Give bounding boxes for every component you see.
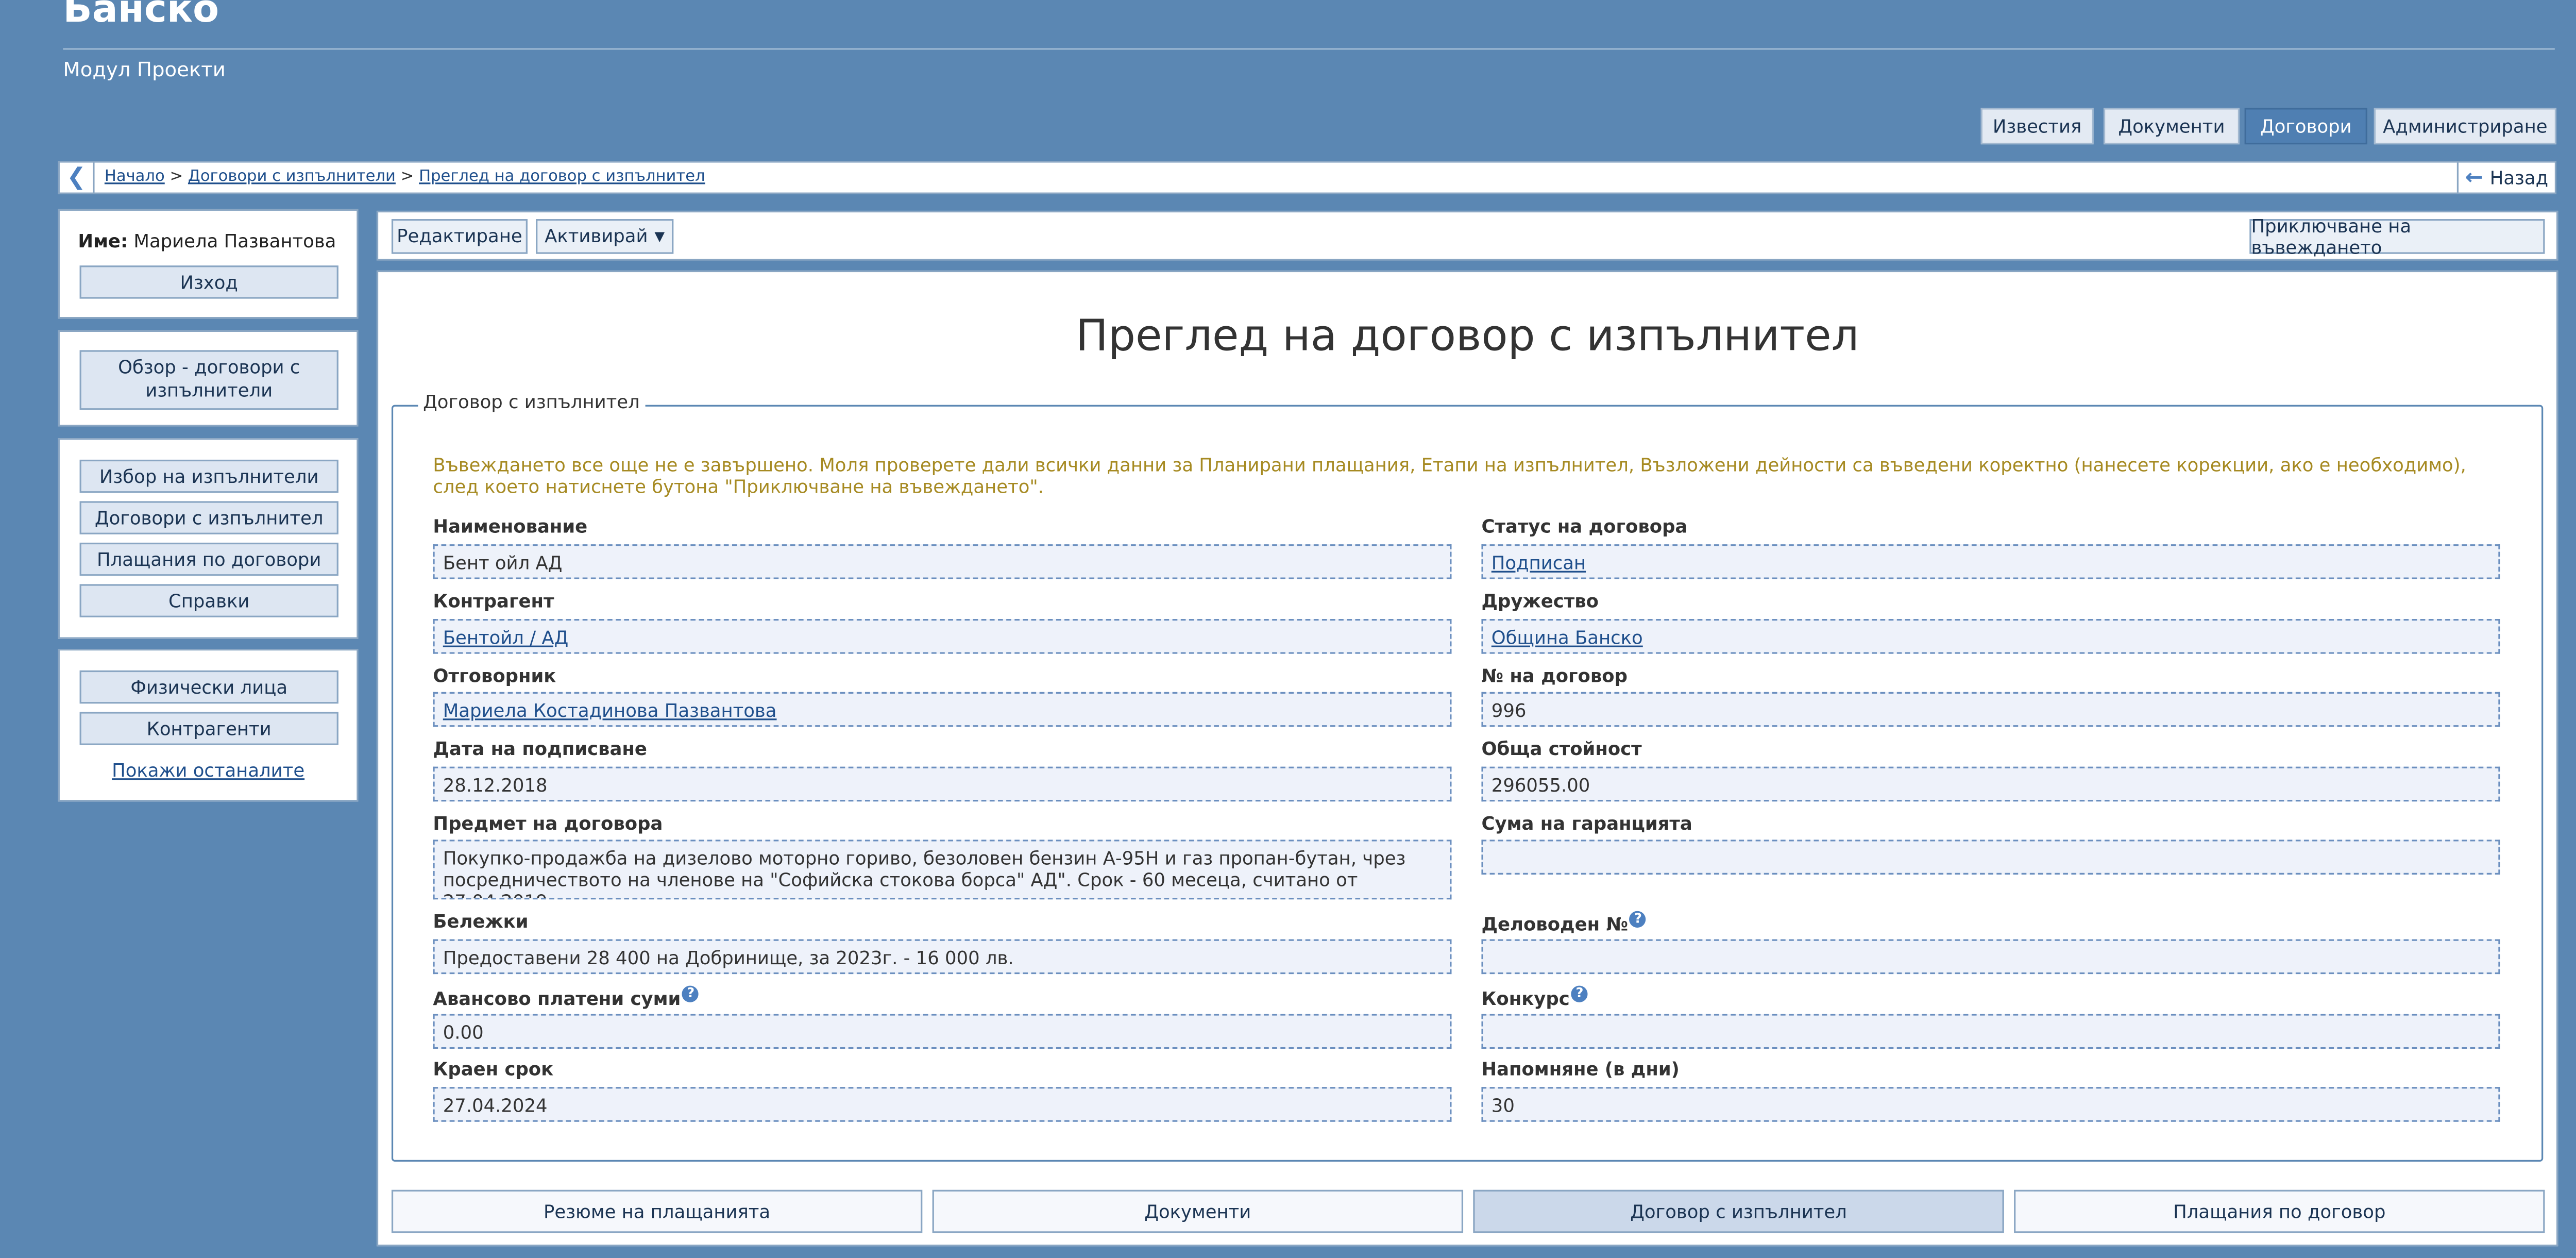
field-name: Бент ойл АД <box>433 544 1452 579</box>
label-tender: Конкурс? <box>1481 985 1588 1010</box>
back-label: Назад <box>2489 166 2549 189</box>
breadcrumb-separator: > <box>170 167 183 186</box>
breadcrumb: ❮ Начало > Договори с изпълнители > Прег… <box>58 161 2557 194</box>
warning-message: Въвеждането все още не е завършено. Моля… <box>433 455 2466 498</box>
menu-reports[interactable]: Справки <box>79 584 338 617</box>
label-guarantee: Сума на гаранцията <box>1481 813 1692 835</box>
label-reminder-days: Напомняне (в дни) <box>1481 1059 1680 1081</box>
tab-documents[interactable]: Документи <box>932 1189 1464 1233</box>
field-notes: Предоставени 28 400 на Добринище, за 202… <box>433 939 1452 975</box>
tab-contract[interactable]: Договор с изпълнител <box>1473 1189 2004 1233</box>
breadcrumb-current[interactable]: Преглед на договор с изпълнител <box>419 167 705 186</box>
title-divider <box>63 48 2555 50</box>
page-title: Преглед на договор с изпълнител <box>1075 312 1859 362</box>
logout-button[interactable]: Изход <box>79 265 338 299</box>
advance-label-text: Авансово платени суми <box>433 988 681 1010</box>
edit-button[interactable]: Редактиране <box>391 219 528 254</box>
label-registry-number: Деловоден №? <box>1481 911 1647 935</box>
show-more-link[interactable]: Покажи останалите <box>60 760 357 782</box>
field-sign-date: 28.12.2018 <box>433 766 1452 802</box>
back-button[interactable]: ← Назад <box>2456 162 2555 193</box>
caret-down-icon: ▼ <box>654 229 665 244</box>
nav-notifications[interactable]: Известия <box>1980 108 2094 145</box>
chevron-left-icon: ❮ <box>66 164 86 191</box>
field-total-value: 296055.00 <box>1481 766 2500 802</box>
field-guarantee <box>1481 840 2500 875</box>
tab-contract-payments[interactable]: Плащания по договор <box>2014 1189 2545 1233</box>
label-counterparty: Контрагент <box>433 591 554 613</box>
activate-dropdown[interactable]: Активирай ▼ <box>536 219 674 254</box>
registry-label-text: Деловоден № <box>1481 914 1629 935</box>
field-deadline: 27.04.2024 <box>433 1087 1452 1122</box>
finish-entry-button[interactable]: Приключване на въвеждането <box>2249 215 2545 258</box>
field-responsible: Мариела Костадинова Пазвантова <box>433 692 1452 727</box>
nav-administration[interactable]: Администриране <box>2374 108 2557 145</box>
label-responsible: Отговорник <box>433 665 556 687</box>
breadcrumb-separator: > <box>400 167 414 186</box>
label-advance: Авансово платени суми? <box>433 985 699 1010</box>
field-subject: Покупко-продажба на дизелово моторно гор… <box>433 840 1452 900</box>
overview-contracts-button[interactable]: Обзор - договори с изпълнители <box>79 350 338 410</box>
field-advance: 0.00 <box>433 1014 1452 1049</box>
help-icon[interactable]: ? <box>682 985 699 1002</box>
user-info: Име: Мариела Пазвантова <box>78 231 336 253</box>
breadcrumb-contracts[interactable]: Договори с изпълнители <box>188 167 396 186</box>
registry-panel: Физически лица Контрагенти Покажи остана… <box>58 649 359 802</box>
label-deadline: Краен срок <box>433 1059 554 1081</box>
menu-select-contractors[interactable]: Избор на изпълнители <box>79 459 338 493</box>
field-company: Община Банско <box>1481 619 2500 654</box>
module-title: Модул Проекти <box>63 58 226 81</box>
tender-label-text: Конкурс <box>1481 988 1570 1010</box>
menu-counterparties[interactable]: Контрагенти <box>79 712 338 745</box>
field-registry-number <box>1481 939 2500 975</box>
app-title: Банско <box>63 0 219 32</box>
label-total-value: Обща стойност <box>1481 738 1642 760</box>
label-subject: Предмет на договора <box>433 813 663 835</box>
label-name: Наименование <box>433 516 588 538</box>
label-sign-date: Дата на подписване <box>433 738 647 760</box>
field-reminder-days: 30 <box>1481 1087 2500 1122</box>
company-link[interactable]: Община Банско <box>1492 627 1643 649</box>
status-link[interactable]: Подписан <box>1492 552 1586 574</box>
overview-panel: Обзор - договори с изпълнители <box>58 330 359 427</box>
nav-documents[interactable]: Документи <box>2103 108 2240 145</box>
tab-payments-summary[interactable]: Резюме на плащанията <box>391 1189 923 1233</box>
user-panel: Име: Мариела Пазвантова Изход <box>58 209 359 319</box>
responsible-link[interactable]: Мариела Костадинова Пазвантова <box>443 700 777 722</box>
label-status: Статус на договора <box>1481 516 1688 538</box>
breadcrumb-home[interactable]: Начало <box>105 167 165 186</box>
field-tender <box>1481 1014 2500 1049</box>
toolbar: Редактиране Активирай ▼ Приключване на в… <box>376 210 2558 261</box>
label-notes: Бележки <box>433 911 529 933</box>
menu-panel: Избор на изпълнители Договори с изпълнит… <box>58 438 359 639</box>
field-counterparty: Бентойл / АД <box>433 619 1452 654</box>
fieldset-legend: Договор с изпълнител <box>418 391 645 413</box>
field-contract-number: 996 <box>1481 692 2500 727</box>
counterparty-link[interactable]: Бентойл / АД <box>443 627 569 649</box>
activate-label: Активирай <box>545 225 648 247</box>
label-contract-number: № на договор <box>1481 665 1628 687</box>
help-icon[interactable]: ? <box>1630 911 1647 928</box>
collapse-button[interactable]: ❮ <box>60 162 95 193</box>
user-label: Име: <box>78 230 128 253</box>
field-status: Подписан <box>1481 544 2500 579</box>
menu-individuals[interactable]: Физически лица <box>79 670 338 704</box>
help-icon[interactable]: ? <box>1571 985 1588 1002</box>
user-name: Мариела Пазвантова <box>133 230 336 253</box>
main-content: Преглед на договор с изпълнител Договор … <box>376 270 2558 1247</box>
arrow-left-icon: ← <box>2465 165 2483 190</box>
menu-contract-payments[interactable]: Плащания по договори <box>79 542 338 576</box>
menu-contractor-contracts[interactable]: Договори с изпълнител <box>79 501 338 534</box>
label-company: Дружество <box>1481 591 1599 613</box>
nav-contracts[interactable]: Договори <box>2244 108 2367 145</box>
breadcrumb-path: Начало > Договори с изпълнители > Прегле… <box>105 167 705 186</box>
